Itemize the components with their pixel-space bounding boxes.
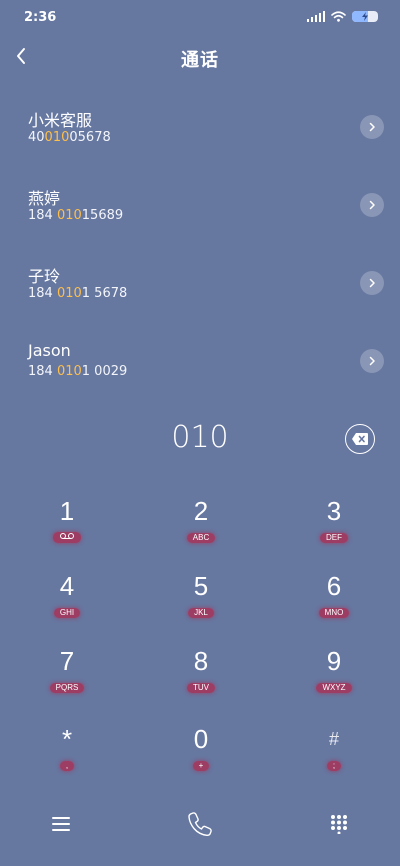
contact-detail-button[interactable] [360,115,384,139]
number-match: 010 [44,130,70,145]
battery-charging-icon [352,11,378,22]
key-letters: + [192,760,210,771]
key-digit: 9 [326,645,342,676]
phone-icon [188,812,212,837]
contact-row[interactable]: Jason 184 0101 0029 [0,322,400,400]
key-letters: GHI [53,607,81,618]
signal-icon [307,11,325,22]
dialed-number: 010 [171,420,229,455]
status-icons [307,11,378,22]
contact-name: 子玲 [28,267,61,286]
key-6[interactable]: 6 MNO [274,563,394,623]
backspace-button[interactable] [345,424,375,454]
key-1[interactable]: 1 [7,488,127,548]
key-8[interactable]: 8 TUV [141,638,261,698]
key-letters: ; [326,760,342,771]
key-4[interactable]: 4 GHI [7,563,127,623]
chevron-right-icon [369,356,375,366]
key-letters: MNO [318,607,350,618]
key-star[interactable]: * , [7,716,127,776]
key-5[interactable]: 5 JKL [141,563,261,623]
chevron-right-icon [369,200,375,210]
key-digit: 3 [326,495,342,526]
voicemail-badge [53,531,81,543]
key-7[interactable]: 7 PQRS [7,638,127,698]
contact-list: 小米客服 4001005678 燕婷 184 01015689 子玲 184 0… [0,88,400,400]
chevron-right-icon [369,122,375,132]
contact-detail-button[interactable] [360,349,384,373]
contact-name: 燕婷 [28,189,61,208]
key-digit: # [328,728,339,749]
call-button[interactable] [182,806,218,842]
wifi-icon [331,11,346,22]
key-letters: DEF [320,532,348,543]
status-bar: 2:36 [0,0,400,34]
bottom-bar [0,800,400,846]
key-2[interactable]: 2 ABC [141,488,261,548]
key-digit: 1 [59,495,75,526]
voicemail-icon [60,532,74,539]
contact-number: 184 0101 0029 [28,364,128,379]
number-match: 010 [56,286,82,301]
key-9[interactable]: 9 WXYZ [274,638,394,698]
keypad-icon [331,815,347,834]
contact-detail-button[interactable] [360,193,384,217]
menu-button[interactable] [43,806,79,842]
contact-number: 4001005678 [28,130,111,145]
key-digit: 4 [59,570,75,601]
key-0[interactable]: 0 + [141,716,261,776]
contact-detail-button[interactable] [360,271,384,295]
key-digit: 8 [193,645,209,676]
contact-number: 184 01015689 [28,208,124,223]
key-digit: 5 [193,570,209,601]
contact-name: 小米客服 [28,111,93,130]
key-digit: 6 [326,570,342,601]
backspace-icon [352,433,368,445]
contact-name: Jason [28,341,71,360]
key-digit: 2 [193,495,209,526]
header: 通话 [0,34,400,82]
key-letters: , [59,760,75,771]
key-letters: TUV [187,682,215,693]
number-match: 010 [56,208,82,223]
key-3[interactable]: 3 DEF [274,488,394,548]
key-digit: 7 [59,645,75,676]
contact-row[interactable]: 小米客服 4001005678 [0,88,400,166]
key-digit: 0 [193,723,209,754]
key-letters: PQRS [49,682,85,693]
contact-row[interactable]: 子玲 184 0101 5678 [0,244,400,322]
menu-icon [52,817,70,831]
key-letters: JKL [188,607,214,618]
contact-number: 184 0101 5678 [28,286,128,301]
page-title: 通话 [181,50,219,71]
number-match: 010 [56,364,82,379]
key-letters: WXYZ [316,682,352,693]
key-hash[interactable]: # ; [274,716,394,776]
chevron-right-icon [369,278,375,288]
key-letters: ABC [186,532,216,543]
status-time: 2:36 [24,10,57,25]
keypad-toggle-button[interactable] [321,806,357,842]
dial-display: 010 [0,418,400,462]
key-digit: * [61,723,73,754]
contact-row[interactable]: 燕婷 184 01015689 [0,166,400,244]
